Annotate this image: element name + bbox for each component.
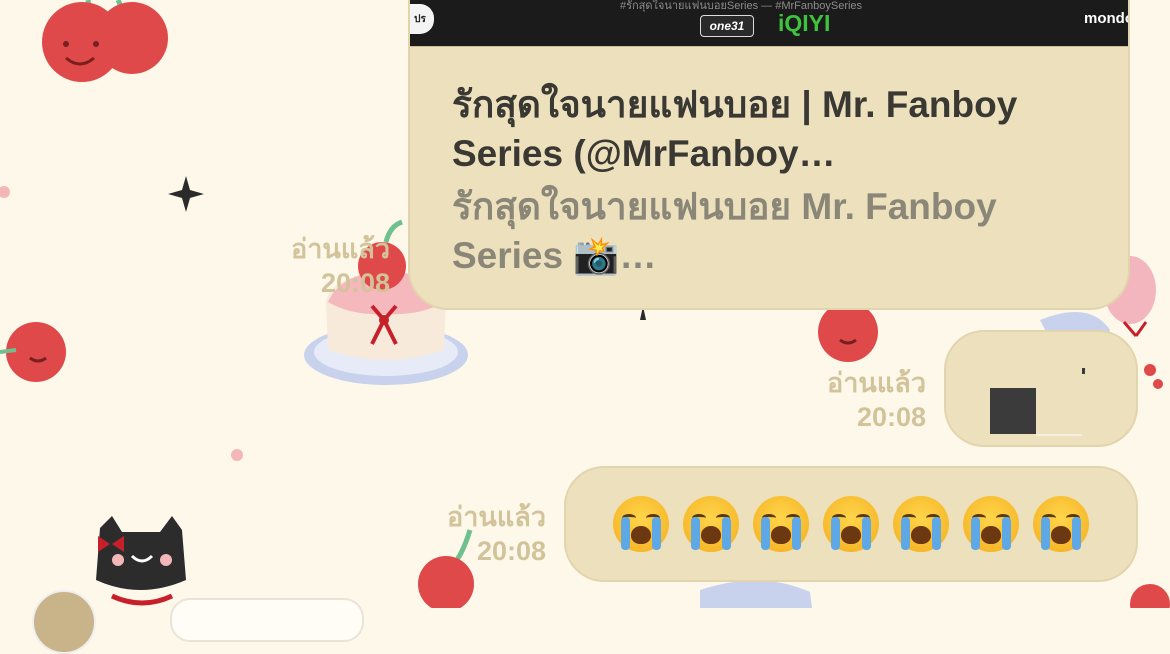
streaming-logo: iQIYI: [778, 10, 831, 36]
sparkle-icon: [168, 176, 204, 212]
photo-fragment: [1036, 434, 1082, 436]
thumbnail-logo-left: ปร: [410, 4, 434, 34]
loudly-crying-face-icon: [753, 496, 809, 552]
emoji-message-bubble[interactable]: [564, 466, 1138, 582]
message-time: 20:08: [476, 536, 546, 566]
cherry-icon: [818, 302, 878, 362]
loudly-crying-face-icon: [963, 496, 1019, 552]
message-bubble-peek[interactable]: [170, 598, 364, 642]
loudly-crying-face-icon: [1033, 496, 1089, 552]
read-status: อ่านแล้ว: [447, 502, 546, 532]
avatar[interactable]: [32, 590, 96, 654]
producer-logo: mondo: [1084, 10, 1130, 27]
cherry-icon: [42, 0, 168, 82]
loudly-crying-face-icon: [823, 496, 879, 552]
message-time: 20:08: [320, 268, 390, 298]
loudly-crying-face-icon: [683, 496, 739, 552]
link-preview-card[interactable]: #รักสุดใจนายแฟนบอยSeries — #MrFanboySeri…: [408, 0, 1130, 310]
photo-fragment: [1082, 368, 1085, 374]
message-time: 20:08: [856, 402, 926, 432]
cherry-icon: [0, 322, 66, 382]
read-status: อ่านแล้ว: [291, 234, 390, 264]
loudly-crying-face-icon: [613, 496, 669, 552]
cat-icon: [96, 516, 186, 606]
read-status: อ่านแล้ว: [827, 368, 926, 398]
link-thumbnail[interactable]: #รักสุดใจนายแฟนบอยSeries — #MrFanboySeri…: [410, 0, 1128, 47]
loudly-crying-face-icon: [893, 496, 949, 552]
message-status: อ่านแล้ว 20:08: [400, 500, 546, 568]
link-title: รักสุดใจนายแฟนบอย | Mr. Fanboy Series (@…: [452, 84, 1018, 174]
message-status: อ่านแล้ว 20:08: [780, 366, 926, 434]
link-description: รักสุดใจนายแฟนบอย Mr. Fanboy Series 📸…: [452, 186, 997, 276]
photo-fragment: [990, 388, 1036, 434]
channel-logo: one31: [700, 15, 754, 37]
message-status: อ่านแล้ว 20:08: [250, 232, 390, 300]
photo-message-bubble[interactable]: [944, 330, 1138, 447]
